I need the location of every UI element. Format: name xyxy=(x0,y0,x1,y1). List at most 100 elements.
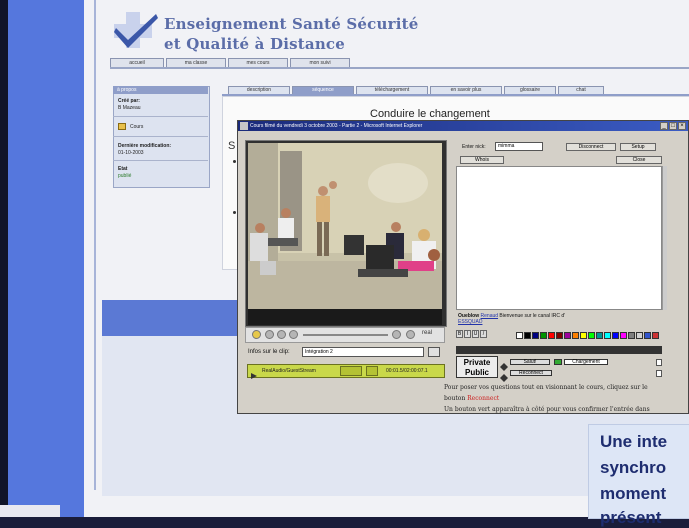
color-swatch[interactable] xyxy=(516,332,523,339)
color-palette xyxy=(516,332,662,340)
color-swatch[interactable] xyxy=(596,332,603,339)
color-swatch[interactable] xyxy=(644,332,651,339)
close-icon[interactable]: × xyxy=(678,122,686,130)
info-reconnect-word: Reconnect xyxy=(467,395,500,402)
whois-button[interactable]: Whois xyxy=(460,156,504,164)
minimize-icon[interactable]: _ xyxy=(660,122,668,130)
seek-slider[interactable] xyxy=(303,334,388,336)
msg-nick-link[interactable]: Renaud xyxy=(481,313,499,319)
bold-icon[interactable]: B xyxy=(456,330,463,338)
last-modified-value: 01-10-2003 xyxy=(118,150,144,156)
color-swatch[interactable] xyxy=(580,332,587,339)
stream-toggle-icon[interactable] xyxy=(366,366,378,376)
lecture-video-frame[interactable] xyxy=(248,143,442,309)
status-label: Etat xyxy=(118,166,128,172)
private-public-toggle[interactable]: Private Public xyxy=(456,356,498,378)
fast-forward-icon[interactable] xyxy=(392,330,401,339)
clip-info-button[interactable] xyxy=(428,347,440,357)
color-swatch[interactable] xyxy=(652,332,659,339)
msg-body: Bienvenue sur le canal IRC d' xyxy=(499,313,566,319)
time-readout: 00:01.5/02:00:07.1 xyxy=(386,368,428,374)
promo-line2: synchro xyxy=(600,458,667,477)
salut-button[interactable]: Salut! xyxy=(510,359,550,365)
real-logo: real xyxy=(422,330,433,336)
maximize-icon[interactable]: □ xyxy=(669,122,677,130)
rewind-icon[interactable] xyxy=(289,330,298,339)
course-label[interactable]: Cours xyxy=(130,124,143,130)
diamond-icon[interactable] xyxy=(500,369,508,382)
course-folder-icon xyxy=(118,123,126,130)
last-modified-label: Dernière modification: xyxy=(118,143,172,149)
chat-input-field[interactable] xyxy=(456,346,662,354)
pause-icon[interactable] xyxy=(265,330,274,339)
color-swatch[interactable] xyxy=(572,332,579,339)
color-swatch[interactable] xyxy=(532,332,539,339)
section-heading: S xyxy=(228,140,236,152)
video-letterbox xyxy=(248,309,442,325)
private-label: Private xyxy=(463,358,491,367)
bullet-icon xyxy=(233,211,236,214)
underline-icon[interactable]: U xyxy=(472,330,479,338)
color-swatch[interactable] xyxy=(620,332,627,339)
play-triangle-icon[interactable] xyxy=(250,367,258,379)
color-swatch[interactable] xyxy=(588,332,595,339)
left-blue-strip xyxy=(8,0,84,517)
format-toolbar: B I U / xyxy=(456,330,516,340)
italic-icon[interactable]: I xyxy=(464,330,471,338)
setup-button[interactable]: Setup xyxy=(620,143,656,151)
sidebar-header: à propos xyxy=(113,86,208,94)
status-value: publié xyxy=(118,173,132,179)
stop-icon[interactable] xyxy=(277,330,286,339)
top-nav-divider xyxy=(110,67,689,69)
loading-field[interactable]: Chargement xyxy=(564,359,608,365)
chat-message: Oueblow Renaud Bienvenue sur le canal IR… xyxy=(458,313,663,325)
volume-icon[interactable] xyxy=(406,330,415,339)
site-title-line1: Enseignement Santé Sécurité xyxy=(164,15,419,33)
info-line2-pre: bouton xyxy=(444,395,468,402)
msg-channel-link[interactable]: ESSQUAD xyxy=(458,319,482,325)
color-swatch[interactable] xyxy=(612,332,619,339)
nick-label: Enter nick: xyxy=(462,144,486,150)
color-swatch[interactable] xyxy=(540,332,547,339)
color-swatch[interactable] xyxy=(524,332,531,339)
color-swatch[interactable] xyxy=(636,332,643,339)
diamond-icon[interactable] xyxy=(500,358,508,371)
chat-scrollbar[interactable] xyxy=(662,166,667,310)
nick-input[interactable]: mimma xyxy=(495,142,543,151)
page-title: Conduire le changement xyxy=(370,108,490,120)
scroll-up-icon[interactable] xyxy=(656,359,662,366)
logo-check-cross-icon xyxy=(114,12,158,48)
disconnect-button[interactable]: Disconnect xyxy=(566,143,616,151)
info-line3: Un bouton vert apparaîtra à côté pour vo… xyxy=(444,406,650,413)
scroll-down-icon[interactable] xyxy=(656,370,662,377)
created-by-label: Créé par: xyxy=(118,98,140,104)
clip-info-label: Infos sur le clip: xyxy=(248,349,290,355)
status-green-icon xyxy=(554,359,562,365)
promo-line1: Une inte xyxy=(600,432,668,451)
play-icon[interactable] xyxy=(252,330,261,339)
close-chat-button[interactable]: Close xyxy=(616,156,662,164)
color-swatch[interactable] xyxy=(628,332,635,339)
sidebar-divider xyxy=(113,116,208,117)
color-swatch[interactable] xyxy=(556,332,563,339)
public-label: Public xyxy=(464,368,489,377)
info-line1: Pour poser vos questions tout en visionn… xyxy=(444,384,648,391)
color-swatch[interactable] xyxy=(548,332,555,339)
reconnect-button[interactable]: Reconnect xyxy=(510,370,552,376)
clip-select[interactable]: Intégration 2 xyxy=(302,347,424,357)
color-swatch[interactable] xyxy=(564,332,571,339)
sidebar-divider xyxy=(113,136,208,137)
ie-window-icon xyxy=(240,122,248,130)
color-swatch[interactable] xyxy=(604,332,611,339)
left-edge xyxy=(0,0,8,517)
popup-title-bar[interactable]: Cours filmé du vendredi 3 octobre 2003 -… xyxy=(238,121,688,131)
reverse-icon[interactable]: / xyxy=(480,330,487,338)
bullet-icon xyxy=(233,160,236,163)
taskbar-fragment xyxy=(0,505,60,517)
promo-line3: moment xyxy=(600,484,667,503)
info-line2: bouton Reconnect xyxy=(444,393,684,404)
created-by-value: B Mazeau xyxy=(118,105,141,111)
chat-log xyxy=(456,166,662,310)
page-frame-line xyxy=(94,0,96,490)
promo-line4: présent xyxy=(600,508,662,527)
